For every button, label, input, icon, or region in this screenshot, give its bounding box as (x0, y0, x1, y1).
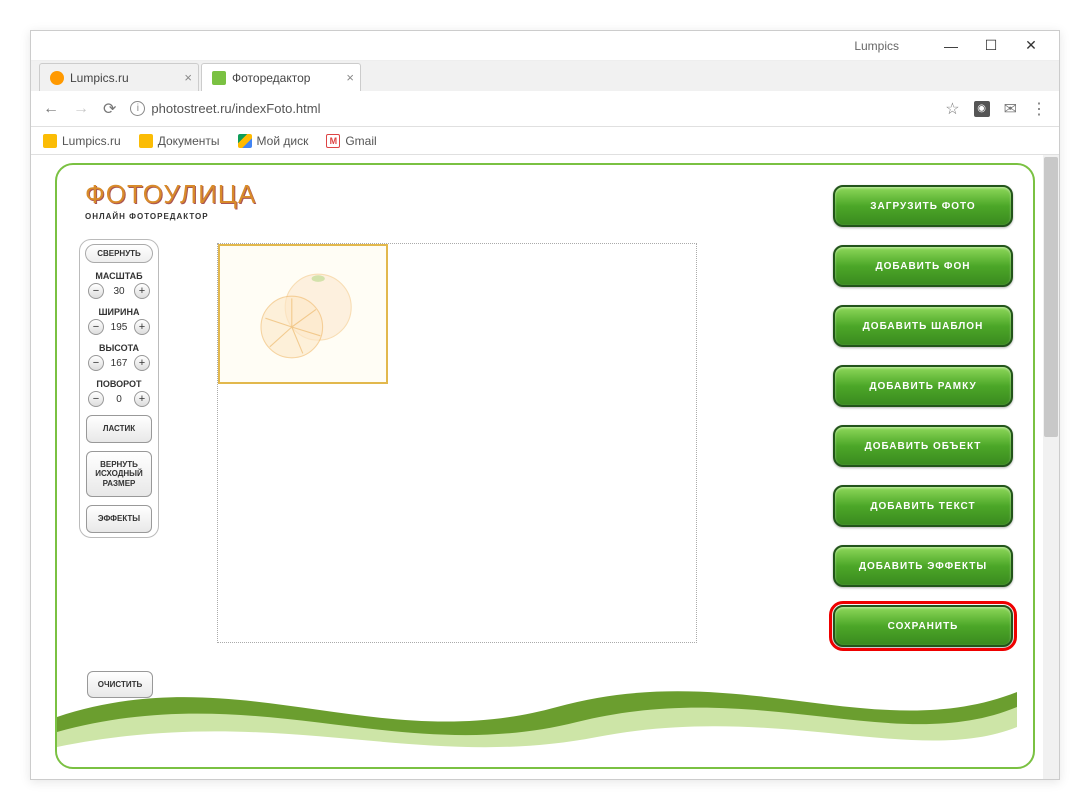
tab-strip: Lumpics.ru × Фоторедактор × (31, 61, 1059, 91)
width-control: ШИРИНА −195+ (83, 307, 155, 335)
save-button[interactable]: СОХРАНИТЬ (833, 605, 1013, 647)
mail-icon[interactable]: ✉ (1004, 99, 1017, 119)
add-frame-button[interactable]: ДОБАВИТЬ РАМКУ (833, 365, 1013, 407)
wave-decoration (57, 647, 1017, 767)
add-effects-button[interactable]: ДОБАВИТЬ ЭФФЕКТЫ (833, 545, 1013, 587)
titlebar: Lumpics — ☐ ✕ (31, 31, 1059, 61)
window-title: Lumpics (854, 39, 899, 53)
plus-icon[interactable]: + (134, 355, 150, 371)
height-control: ВЫСОТА −167+ (83, 343, 155, 371)
scale-control: МАСШТАБ −30+ (83, 271, 155, 299)
minus-icon[interactable]: − (88, 355, 104, 371)
drive-icon (238, 134, 252, 148)
menu-icon[interactable]: ⋮ (1031, 99, 1047, 119)
camera-icon (212, 71, 226, 85)
logo-main: ФОТОУЛИЦА (85, 179, 256, 210)
orange-icon (50, 71, 64, 85)
folder-icon (43, 134, 57, 148)
canvas[interactable] (217, 243, 697, 643)
orange-image (250, 261, 360, 371)
height-value: 167 (106, 358, 132, 369)
reset-size-button[interactable]: ВЕРНУТЬ ИСХОДНЫЙ РАЗМЕР (86, 451, 152, 498)
minus-icon[interactable]: − (88, 283, 104, 299)
page-content: ФОТОУЛИЦА ОНЛАЙН ФОТОРЕДАКТОР СВЕРНУТЬ М… (31, 155, 1059, 779)
add-object-button[interactable]: ДОБАВИТЬ ОБЪЕКТ (833, 425, 1013, 467)
tab-lumpics[interactable]: Lumpics.ru × (39, 63, 199, 91)
rotate-control: ПОВОРОТ −0+ (83, 379, 155, 407)
extension-icon[interactable]: ◉ (974, 101, 990, 117)
bookmarks-bar: Lumpics.ru Документы Мой диск MGmail (31, 127, 1059, 155)
add-text-button[interactable]: ДОБАВИТЬ ТЕКСТ (833, 485, 1013, 527)
bookmark-lumpics[interactable]: Lumpics.ru (43, 134, 121, 148)
plus-icon[interactable]: + (134, 283, 150, 299)
bookmark-documents[interactable]: Документы (139, 134, 220, 148)
info-icon[interactable]: i (130, 101, 145, 116)
upload-photo-button[interactable]: ЗАГРУЗИТЬ ФОТО (833, 185, 1013, 227)
logo: ФОТОУЛИЦА ОНЛАЙН ФОТОРЕДАКТОР (85, 179, 256, 221)
reload-icon[interactable]: ⟳ (103, 99, 116, 119)
gmail-icon: M (326, 134, 340, 148)
tab-label: Фоторедактор (232, 71, 310, 85)
star-icon[interactable]: ☆ (945, 99, 959, 119)
address-bar: ← → ⟳ i photostreet.ru/indexFoto.html ☆ … (31, 91, 1059, 127)
tab-photoeditor[interactable]: Фоторедактор × (201, 63, 361, 91)
folder-icon (139, 134, 153, 148)
effects-button[interactable]: ЭФФЕКТЫ (86, 505, 152, 533)
scale-value: 30 (106, 286, 132, 297)
plus-icon[interactable]: + (134, 319, 150, 335)
right-panel: ЗАГРУЗИТЬ ФОТО ДОБАВИТЬ ФОН ДОБАВИТЬ ШАБ… (833, 185, 1013, 647)
browser-window: Lumpics — ☐ ✕ Lumpics.ru × Фоторедактор … (30, 30, 1060, 780)
loaded-photo[interactable] (218, 244, 388, 384)
close-icon[interactable]: × (346, 70, 354, 85)
minus-icon[interactable]: − (88, 319, 104, 335)
bookmark-drive[interactable]: Мой диск (238, 134, 309, 148)
rotate-value: 0 (106, 394, 132, 405)
url-text: photostreet.ru/indexFoto.html (151, 101, 320, 116)
editor-frame: ФОТОУЛИЦА ОНЛАЙН ФОТОРЕДАКТОР СВЕРНУТЬ М… (55, 163, 1035, 769)
minus-icon[interactable]: − (88, 391, 104, 407)
url-field[interactable]: i photostreet.ru/indexFoto.html (130, 101, 931, 116)
scrollbar[interactable] (1043, 155, 1059, 779)
add-template-button[interactable]: ДОБАВИТЬ ШАБЛОН (833, 305, 1013, 347)
eraser-button[interactable]: ЛАСТИК (86, 415, 152, 443)
scroll-thumb[interactable] (1044, 157, 1058, 437)
clear-button[interactable]: ОЧИСТИТЬ (87, 671, 153, 698)
bookmark-gmail[interactable]: MGmail (326, 134, 376, 148)
tab-label: Lumpics.ru (70, 71, 129, 85)
maximize-button[interactable]: ☐ (971, 33, 1011, 58)
close-icon[interactable]: × (184, 70, 192, 85)
width-value: 195 (106, 322, 132, 333)
forward-icon[interactable]: → (73, 100, 89, 118)
logo-sub: ОНЛАЙН ФОТОРЕДАКТОР (85, 212, 256, 221)
left-panel: СВЕРНУТЬ МАСШТАБ −30+ ШИРИНА −195+ ВЫСОТ… (79, 239, 159, 538)
add-background-button[interactable]: ДОБАВИТЬ ФОН (833, 245, 1013, 287)
collapse-button[interactable]: СВЕРНУТЬ (85, 244, 153, 263)
close-button[interactable]: ✕ (1011, 33, 1051, 58)
back-icon[interactable]: ← (43, 100, 59, 118)
plus-icon[interactable]: + (134, 391, 150, 407)
minimize-button[interactable]: — (931, 33, 971, 58)
